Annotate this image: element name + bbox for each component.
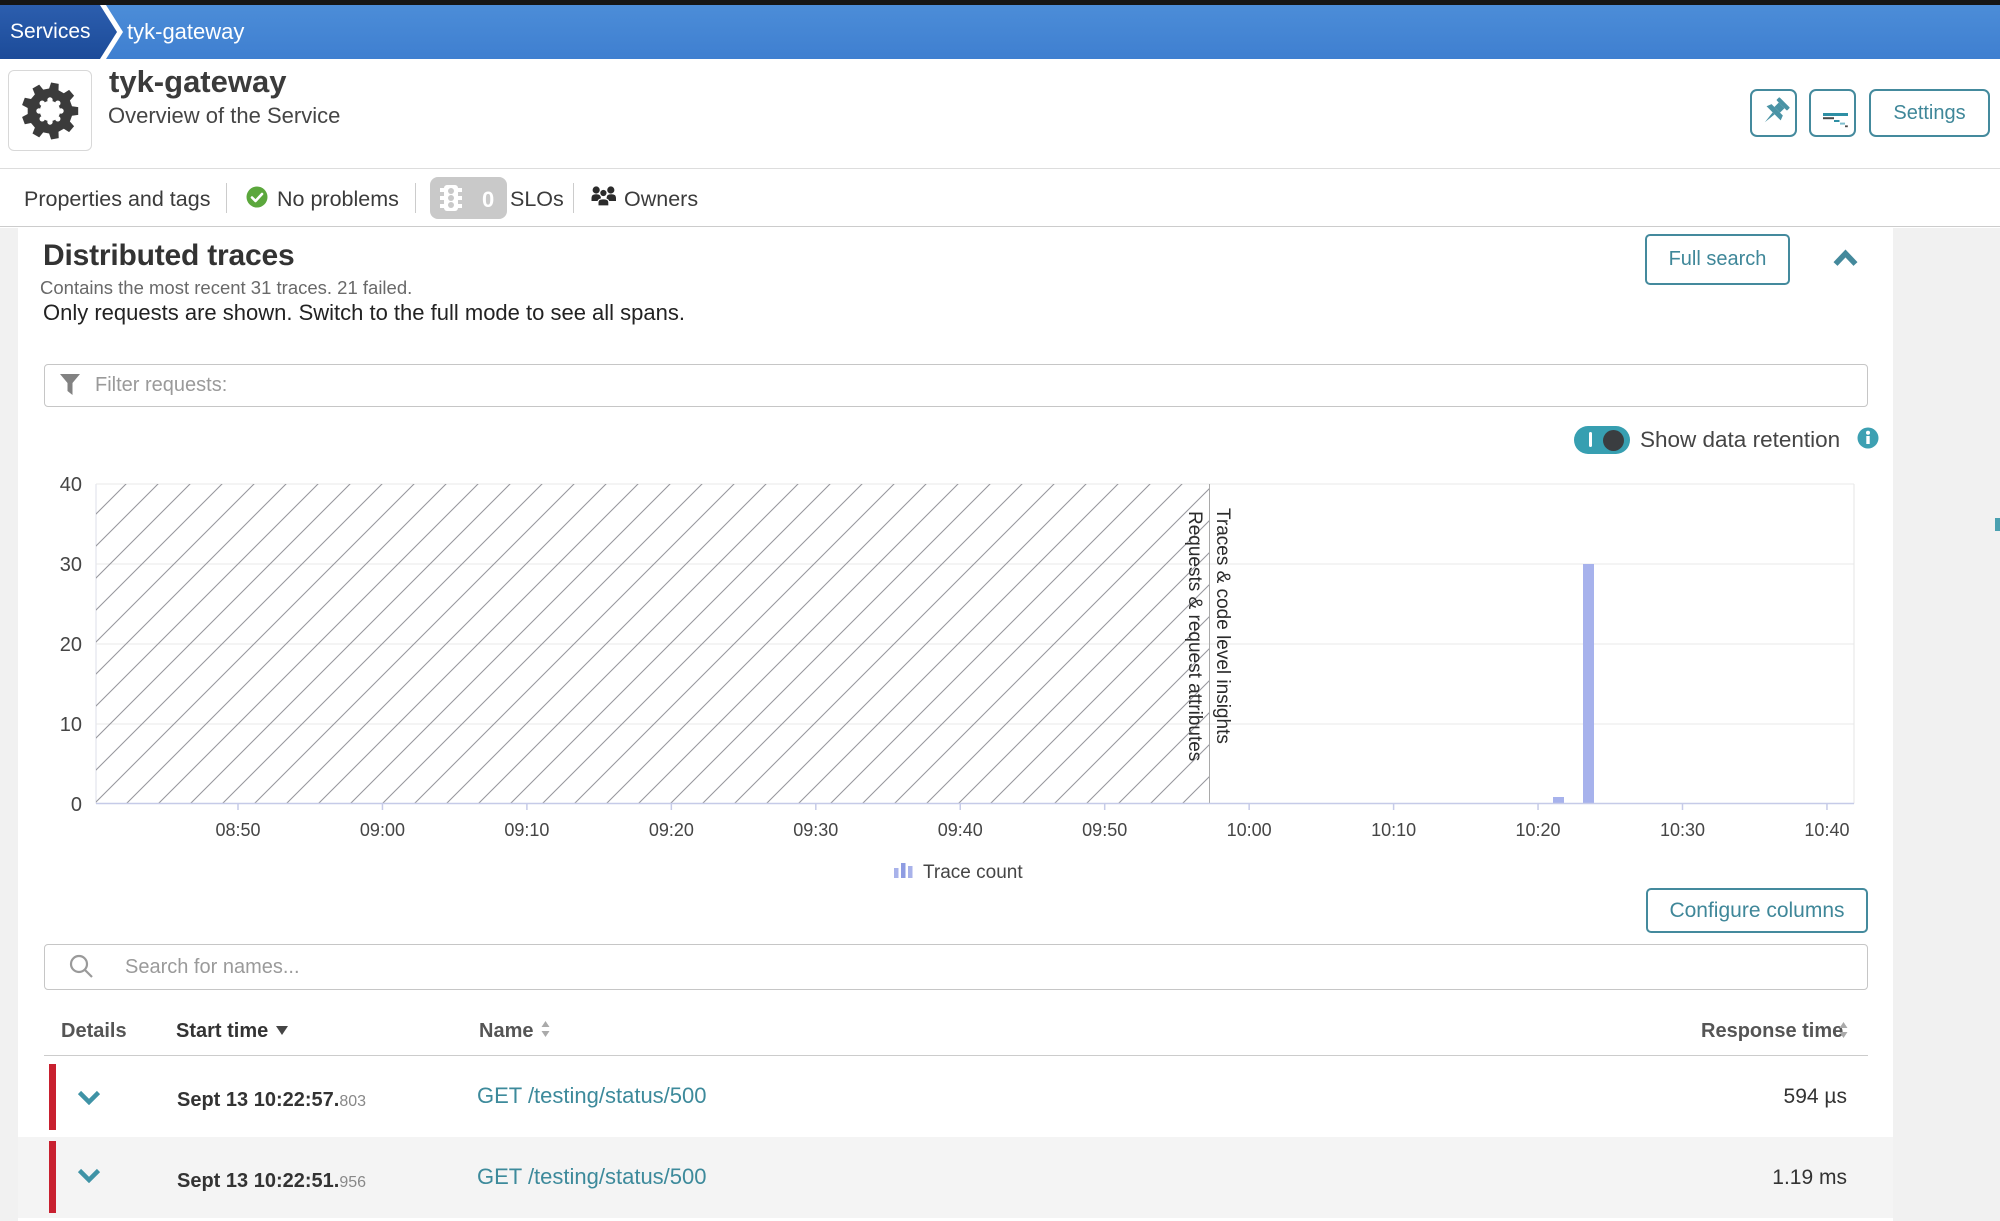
svg-text:0: 0 [71,794,82,816]
svg-text:09:40: 09:40 [938,820,983,840]
svg-text:20: 20 [60,634,82,656]
svg-text:09:50: 09:50 [1082,820,1127,840]
svg-text:Requests & request attributes: Requests & request attributes [1184,511,1205,761]
svg-text:09:30: 09:30 [793,820,838,840]
svg-text:08:50: 08:50 [215,820,260,840]
svg-text:10:30: 10:30 [1660,820,1705,840]
svg-text:09:20: 09:20 [649,820,694,840]
svg-text:30: 30 [60,554,82,576]
svg-text:40: 40 [60,474,82,496]
svg-text:10:20: 10:20 [1516,820,1561,840]
svg-text:09:00: 09:00 [360,820,405,840]
svg-text:10:10: 10:10 [1371,820,1416,840]
svg-text:Traces & code level insights: Traces & code level insights [1212,508,1233,744]
svg-text:10:00: 10:00 [1227,820,1272,840]
svg-text:10: 10 [60,714,82,736]
svg-text:09:10: 09:10 [504,820,549,840]
svg-text:10:40: 10:40 [1804,820,1849,840]
